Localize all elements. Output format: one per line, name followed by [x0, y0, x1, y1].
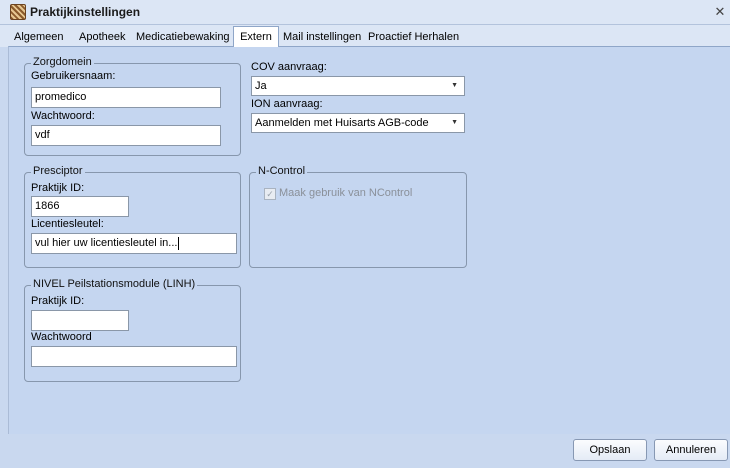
licentiesleutel-value: vul hier uw licentiesleutel in...	[35, 237, 178, 249]
licentiesleutel-field[interactable]: vul hier uw licentiesleutel in...	[31, 233, 237, 254]
zorgdomein-legend: Zorgdomein	[31, 56, 94, 68]
ncontrol-checkbox[interactable]: ✓	[264, 188, 276, 200]
cancel-button[interactable]: Annuleren	[654, 439, 728, 461]
ion-label: ION aanvraag:	[251, 98, 323, 110]
ncontrol-checkbox-label: Maak gebruik van NControl	[279, 187, 413, 199]
tab-extern[interactable]: Extern	[233, 26, 279, 47]
chevron-down-icon: ▼	[451, 119, 458, 126]
praktijk-id-label: Praktijk ID:	[31, 182, 85, 194]
tab-proactief-herhalen[interactable]: Proactief Herhalen	[366, 29, 461, 47]
password-label: Wachtwoord:	[31, 110, 95, 122]
ion-selected-value: Aanmelden met Huisarts AGB-code	[255, 117, 429, 129]
tab-strip: Algemeen Apotheek Medicatiebewaking Exte…	[0, 25, 730, 47]
cov-selected-value: Ja	[255, 80, 267, 92]
close-icon[interactable]: ✕	[714, 5, 726, 18]
licentiesleutel-label: Licentiesleutel:	[31, 218, 104, 230]
ncontrol-legend: N-Control	[256, 165, 308, 177]
cov-label: COV aanvraag:	[251, 61, 327, 73]
nivel-praktijk-id-field[interactable]	[31, 310, 129, 331]
tab-apotheek[interactable]: Apotheek	[77, 29, 127, 47]
username-field[interactable]: promedico	[31, 87, 221, 108]
password-field[interactable]: vdf	[31, 125, 221, 146]
tab-algemeen[interactable]: Algemeen	[12, 29, 66, 47]
tab-medicatiebewaking[interactable]: Medicatiebewaking	[134, 29, 232, 47]
save-button[interactable]: Opslaan	[573, 439, 647, 461]
window-title: Praktijkinstellingen	[30, 5, 141, 19]
cov-select[interactable]: Ja ▼	[251, 76, 465, 96]
praktijk-id-field[interactable]: 1866	[31, 196, 129, 217]
nivel-praktijk-id-label: Praktijk ID:	[31, 295, 85, 307]
chevron-down-icon: ▼	[451, 82, 458, 89]
nivel-password-field[interactable]	[31, 346, 237, 367]
app-logo-icon	[10, 4, 26, 20]
ion-select[interactable]: Aanmelden met Huisarts AGB-code ▼	[251, 113, 465, 133]
nivel-password-label: Wachtwoord	[31, 331, 92, 343]
nivel-legend: NIVEL Peilstationsmodule (LINH)	[31, 278, 198, 290]
text-caret	[178, 236, 180, 250]
extern-panel: Zorgdomein Gebruikersnaam: promedico Wac…	[8, 46, 730, 434]
username-label: Gebruikersnaam:	[31, 70, 116, 82]
button-bar: Opslaan Annuleren	[0, 434, 730, 468]
tab-mail-instellingen[interactable]: Mail instellingen	[281, 29, 363, 47]
title-bar: Praktijkinstellingen ✕	[0, 0, 730, 25]
presciptor-legend: Presciptor	[31, 165, 85, 177]
